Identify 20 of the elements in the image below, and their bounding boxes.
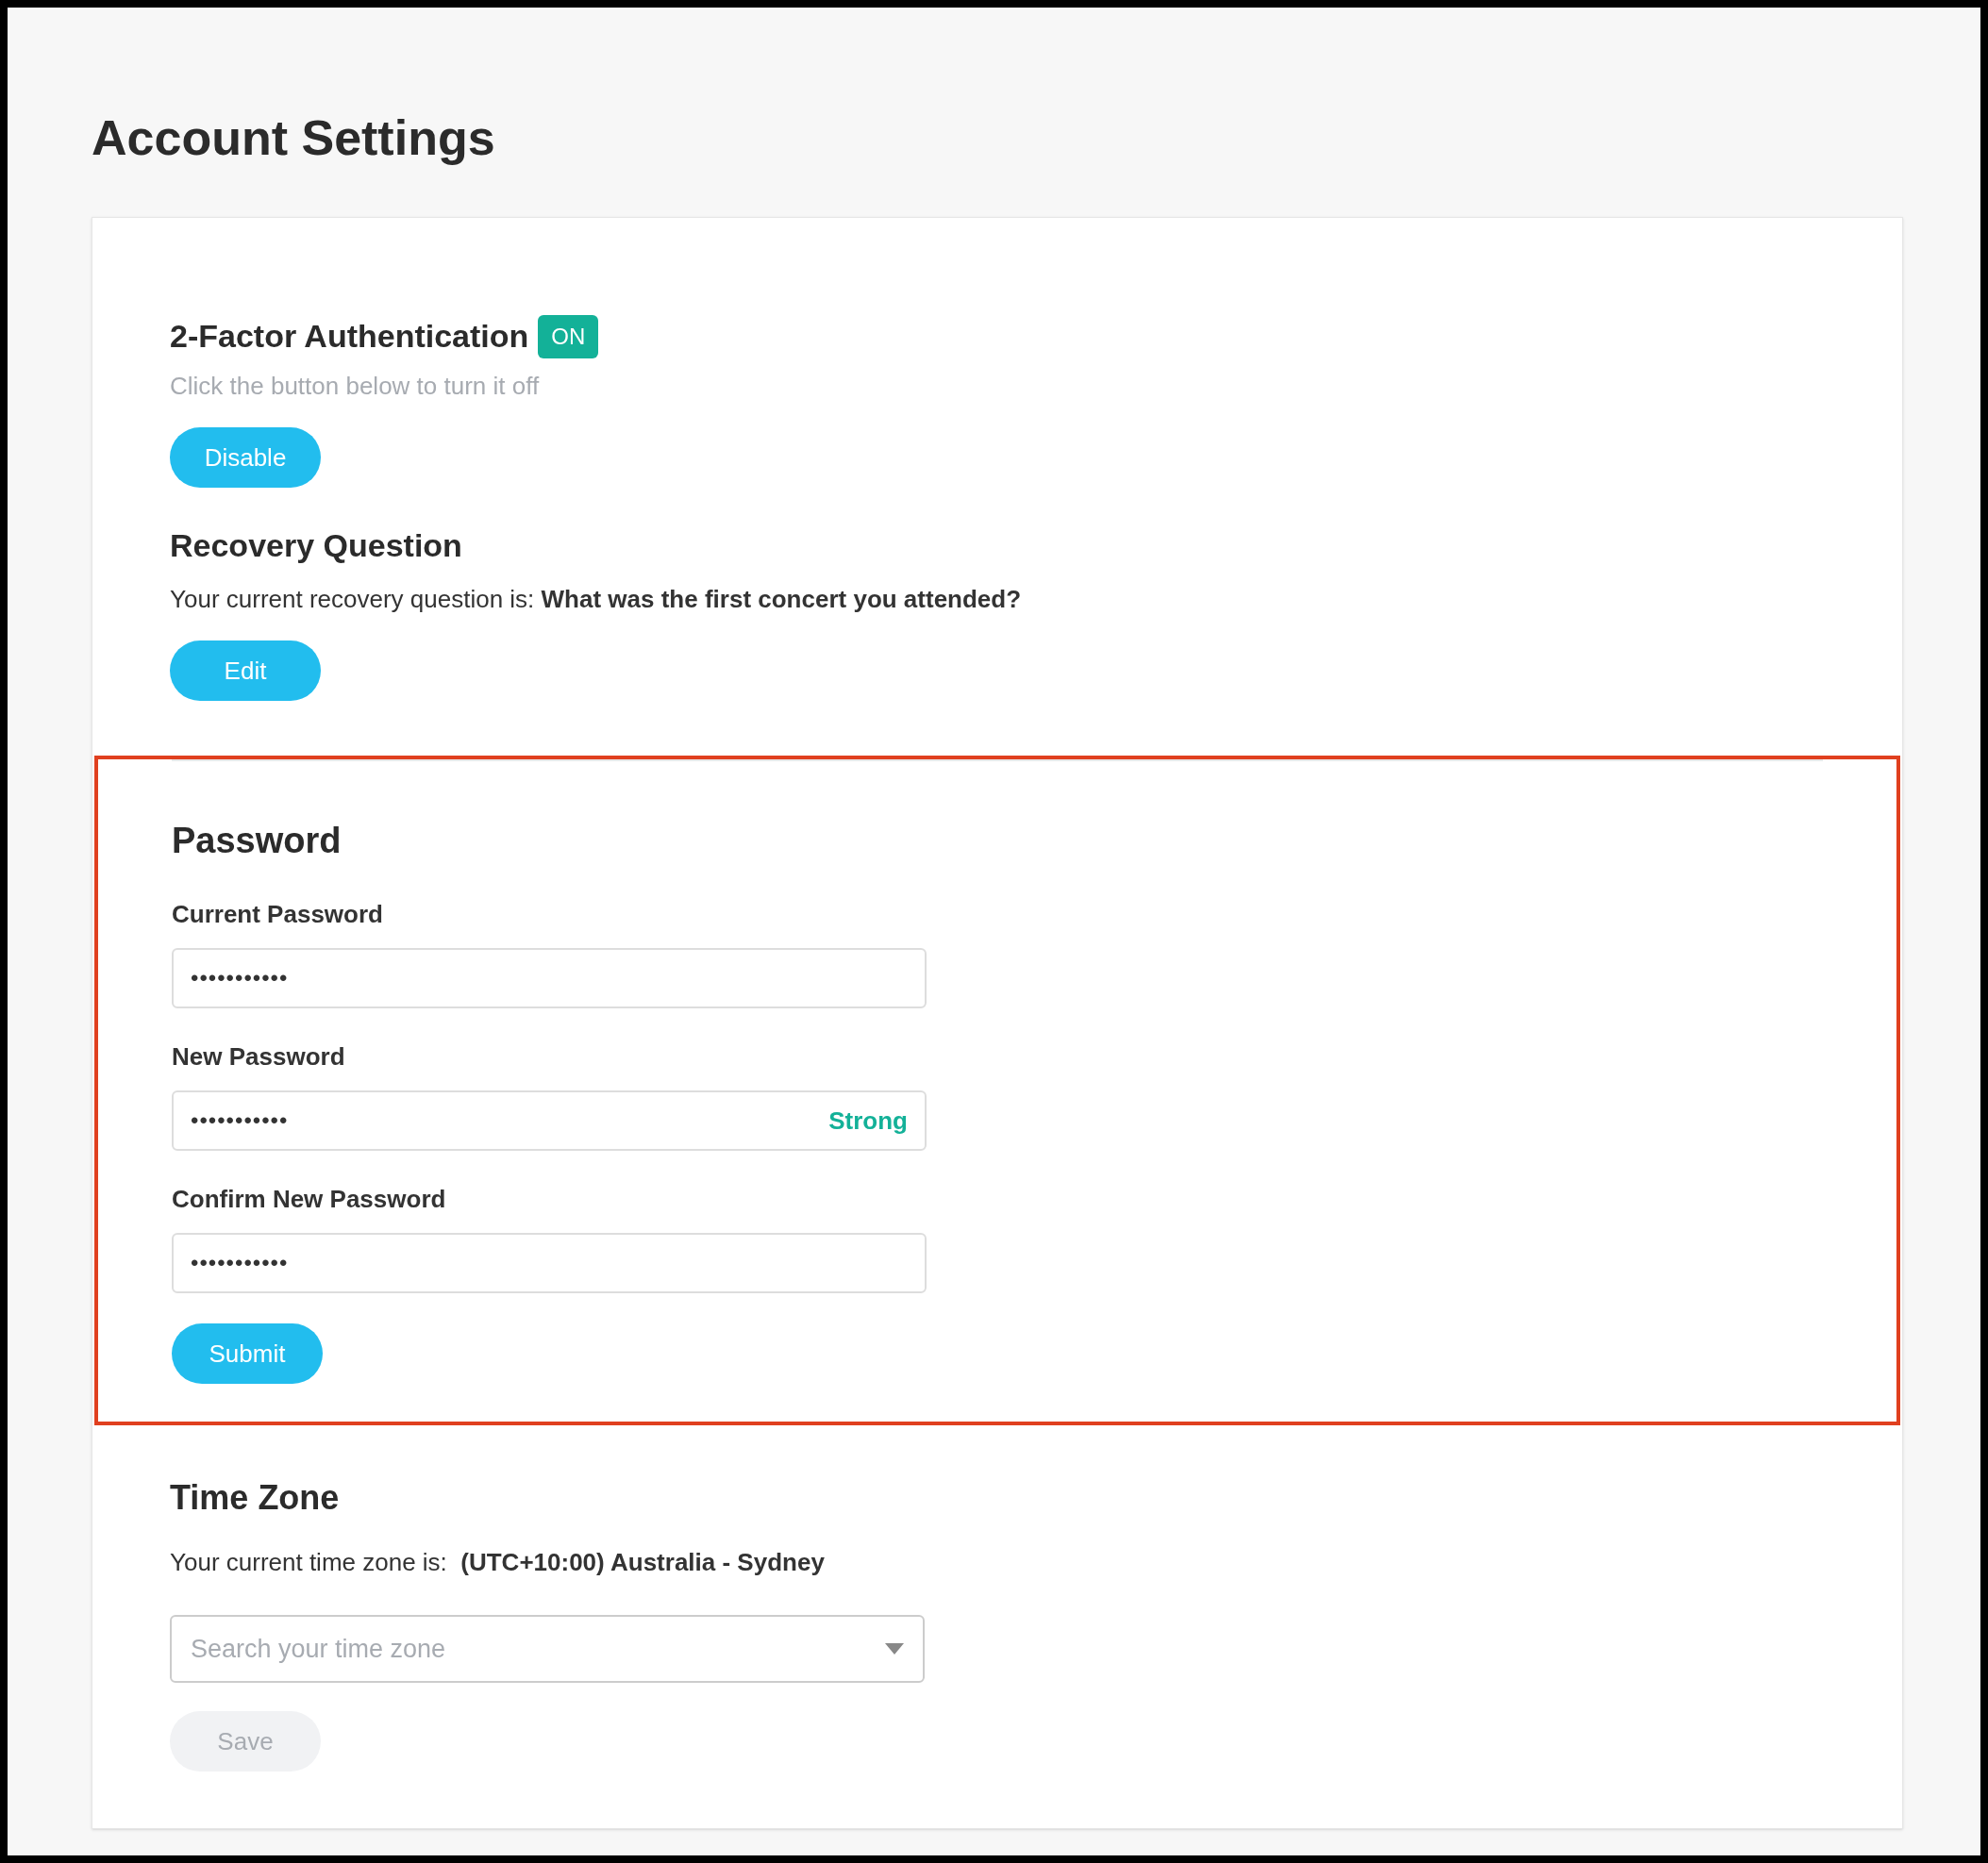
section-title: Recovery Question xyxy=(170,526,463,565)
field-label: New Password xyxy=(172,1041,346,1073)
strength-label: Strong xyxy=(828,1105,908,1137)
field-label: Confirm New Password xyxy=(172,1184,447,1215)
password-field[interactable]: ••••••••••• Strong xyxy=(172,1090,927,1151)
hint-text: Click the button below to turn it off xyxy=(170,371,541,402)
password-field[interactable]: ••••••••••• xyxy=(172,1233,927,1293)
time-zone-text: Your current time zone is: (UTC+10:00) Australia - Sydney xyxy=(170,1547,826,1578)
edit-button[interactable]: Edit xyxy=(170,640,321,701)
time-zone-select[interactable]: Search your time zone xyxy=(170,1615,925,1683)
dropdown-caret-icon xyxy=(885,1643,904,1655)
action-button[interactable]: Submit xyxy=(172,1323,323,1384)
disable-button[interactable]: Disable xyxy=(170,427,321,488)
recovery-question-text: Your current recovery question is: What was the first concert you attended? xyxy=(170,584,1023,615)
field-label: Current Password xyxy=(172,899,384,930)
section-title: 2-Factor Authentication xyxy=(170,317,529,356)
password-field[interactable]: ••••••••••• xyxy=(172,948,927,1008)
section-title: Password xyxy=(172,820,342,862)
section-title: Time Zone xyxy=(170,1477,341,1519)
status-badge: ON xyxy=(538,314,599,358)
